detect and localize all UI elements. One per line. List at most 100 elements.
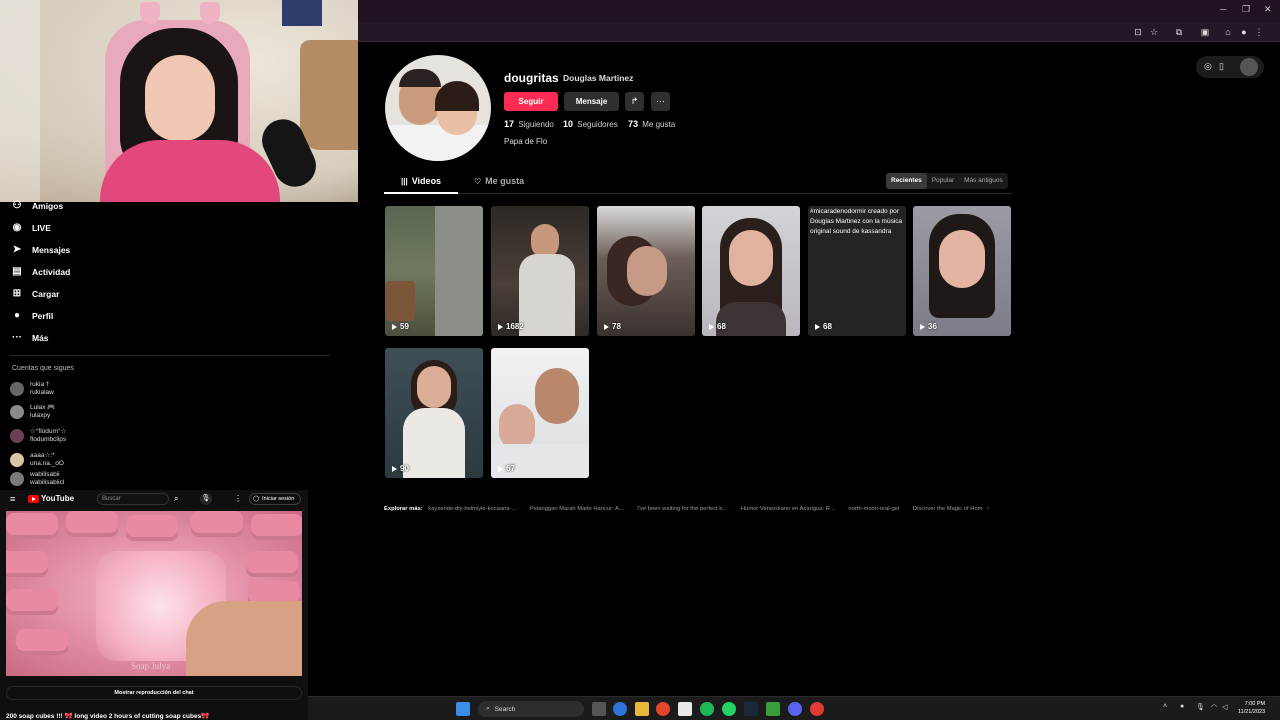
microphone-icon[interactable]: 🎙 — [200, 493, 212, 505]
account-handle: wabilisabiicl — [30, 479, 65, 486]
sidebar-item-live[interactable]: ◉ LIVE — [10, 219, 51, 237]
video-tile[interactable]: #micaradenodormir creado por Douglas Mar… — [808, 206, 906, 336]
sidebar-item-activity[interactable]: ▤ Actividad — [10, 263, 70, 281]
view-count: 90 — [392, 464, 409, 473]
stat-value: 10 — [563, 119, 574, 129]
sidebar-item-messages[interactable]: ➤ Mensajes — [10, 241, 70, 259]
youtube-search-input[interactable]: Buscar — [97, 493, 169, 505]
following-account[interactable]: aaaa☆:* una.na._oO — [10, 449, 64, 471]
stat-followers[interactable]: 10 Seguidores — [563, 119, 618, 129]
profile-display-name: Douglas Martinez — [563, 73, 634, 83]
compass-icon[interactable]: ◎ — [1204, 61, 1212, 72]
restore-icon[interactable]: ❐ — [1242, 4, 1250, 15]
youtube-logo[interactable]: YouTube — [28, 494, 74, 503]
sidebar-item-label: Amigos — [32, 201, 64, 211]
explore-link[interactable]: north-moon-oral-gel — [848, 506, 899, 512]
hamburger-menu-icon[interactable]: ≡ — [10, 494, 15, 504]
view-count: 36 — [920, 322, 937, 331]
chrome-icon[interactable] — [656, 702, 670, 716]
video-tile[interactable]: 59 — [385, 206, 483, 336]
sidebar-icon[interactable]: ▣ — [1199, 26, 1211, 38]
app-icon[interactable] — [810, 702, 824, 716]
explore-link[interactable]: Humor Venezolano en Acarigua: R... — [741, 506, 835, 512]
task-view-icon[interactable] — [592, 702, 606, 716]
steam-icon[interactable] — [744, 702, 758, 716]
sort-popular[interactable]: Popular — [927, 173, 959, 189]
video-tile[interactable]: 68 — [702, 206, 800, 336]
microphone-icon[interactable]: 🎙 — [1196, 703, 1205, 711]
more-options-icon[interactable]: ··· — [651, 92, 670, 111]
avatar — [10, 453, 24, 467]
extensions-icon[interactable]: ⧉ — [1173, 26, 1185, 38]
video-tile[interactable]: 90 — [385, 348, 483, 478]
volume-icon[interactable]: ◁ — [1222, 703, 1227, 711]
video-watermark: Soap Julya — [131, 661, 171, 671]
whatsapp-icon[interactable] — [722, 702, 736, 716]
message-button[interactable]: Mensaje — [564, 92, 619, 111]
view-count: 78 — [604, 322, 621, 331]
sidebar-item-friends[interactable]: ⚇ Amigos — [10, 197, 64, 215]
follow-button[interactable]: Seguir — [504, 92, 558, 111]
spotify-icon[interactable] — [700, 702, 714, 716]
minecraft-icon[interactable] — [766, 702, 780, 716]
profile-icon: ● — [13, 310, 21, 321]
user-avatar-icon[interactable] — [1240, 58, 1258, 76]
following-account[interactable]: ☆°flodum°☆ flodumbclips — [10, 425, 66, 447]
explore-link[interactable]: Discover the Magic of Hom — [913, 506, 983, 512]
copilot-icon[interactable] — [613, 702, 627, 716]
bookmark-star-icon[interactable]: ☆ — [1148, 26, 1160, 38]
phone-icon[interactable]: ▯ — [1219, 61, 1224, 72]
video-tile[interactable]: 36 — [913, 206, 1011, 336]
sidebar-item-profile[interactable]: ● Perfil — [10, 307, 53, 325]
chevron-right-icon[interactable]: › — [987, 506, 989, 512]
taskbar-clock[interactable]: 7:00 PM 11/21/2023 — [1238, 700, 1265, 716]
youtube-video-title[interactable]: 200 soap cubes !!! 🎀 long video 2 hours … — [6, 712, 209, 720]
calendar-icon[interactable] — [678, 702, 692, 716]
heart-outline-icon: ♡ — [474, 176, 482, 186]
share-icon[interactable]: ↱ — [625, 92, 644, 111]
sidebar-item-more[interactable]: ··· Más — [10, 329, 49, 347]
tab-label: Me gusta — [485, 176, 525, 186]
taskbar-search[interactable]: ⌕ Search — [478, 701, 584, 717]
search-icon[interactable]: ⌕ — [174, 494, 178, 504]
sidebar-item-label: LIVE — [32, 223, 51, 233]
sidebar-item-upload[interactable]: ⊞ Cargar — [10, 285, 60, 303]
tray-app-icon[interactable]: ● — [1180, 703, 1184, 710]
video-tile[interactable]: 1682 — [491, 206, 589, 336]
sort-recent[interactable]: Recientes — [886, 173, 927, 189]
tray-overflow-icon[interactable]: ˄ — [1163, 703, 1167, 710]
explore-link[interactable]: Pelanggan Marah Mado Hancur: A... — [530, 506, 624, 512]
explore-link[interactable]: kayseride-diy-helmiyle-kocaana-... — [428, 506, 516, 512]
minimize-icon[interactable]: ─ — [1220, 4, 1226, 14]
avatar — [10, 382, 24, 396]
more-options-icon[interactable]: ⋮ — [234, 494, 242, 503]
file-explorer-icon[interactable] — [635, 702, 649, 716]
account-name: Lulax 🎮 — [30, 404, 56, 411]
tab-likes[interactable]: ♡ Me gusta — [474, 176, 524, 186]
explore-link[interactable]: I've been waiting for the perfect b... — [637, 506, 727, 512]
tab-videos[interactable]: ||| Videos — [401, 176, 441, 186]
avatar — [10, 405, 24, 419]
following-account[interactable]: Lulax 🎮 lulaxpy — [10, 401, 55, 423]
video-tile[interactable]: 67 — [491, 348, 589, 478]
profile-avatar[interactable] — [385, 55, 491, 161]
wifi-icon[interactable]: ◠ — [1211, 703, 1217, 711]
install-app-icon[interactable]: ⊡ — [1132, 26, 1144, 38]
windows-start-icon[interactable] — [456, 702, 470, 716]
show-chat-replay-button[interactable]: Mostrar reproducción del chat — [6, 686, 302, 700]
following-account[interactable]: rukia † rukialaw — [10, 378, 54, 400]
following-account[interactable]: wabilisabii wabilisabiicl — [10, 470, 64, 488]
stat-following[interactable]: 17 Siguiendo — [504, 119, 554, 129]
cast-icon[interactable]: ⌂ — [1222, 26, 1234, 38]
video-tile[interactable]: 78 — [597, 206, 695, 336]
browser-menu-icon[interactable]: ⋮ — [1253, 26, 1265, 38]
browser-toolbar: ⊡ ☆ ⧉ ▣ ⌂ ● ⋮ — [358, 22, 1280, 42]
more-icon: ··· — [12, 332, 22, 343]
browser-avatar-icon[interactable]: ● — [1238, 26, 1250, 38]
youtube-video-player[interactable]: Soap Julya — [6, 511, 302, 676]
discord-icon[interactable] — [788, 702, 802, 716]
stat-value: 73 — [628, 119, 639, 129]
close-icon[interactable]: ✕ — [1264, 4, 1272, 15]
sort-oldest[interactable]: Más antiguos — [959, 173, 1008, 189]
sign-in-button[interactable]: ◯ Iniciar sesión — [249, 493, 301, 505]
